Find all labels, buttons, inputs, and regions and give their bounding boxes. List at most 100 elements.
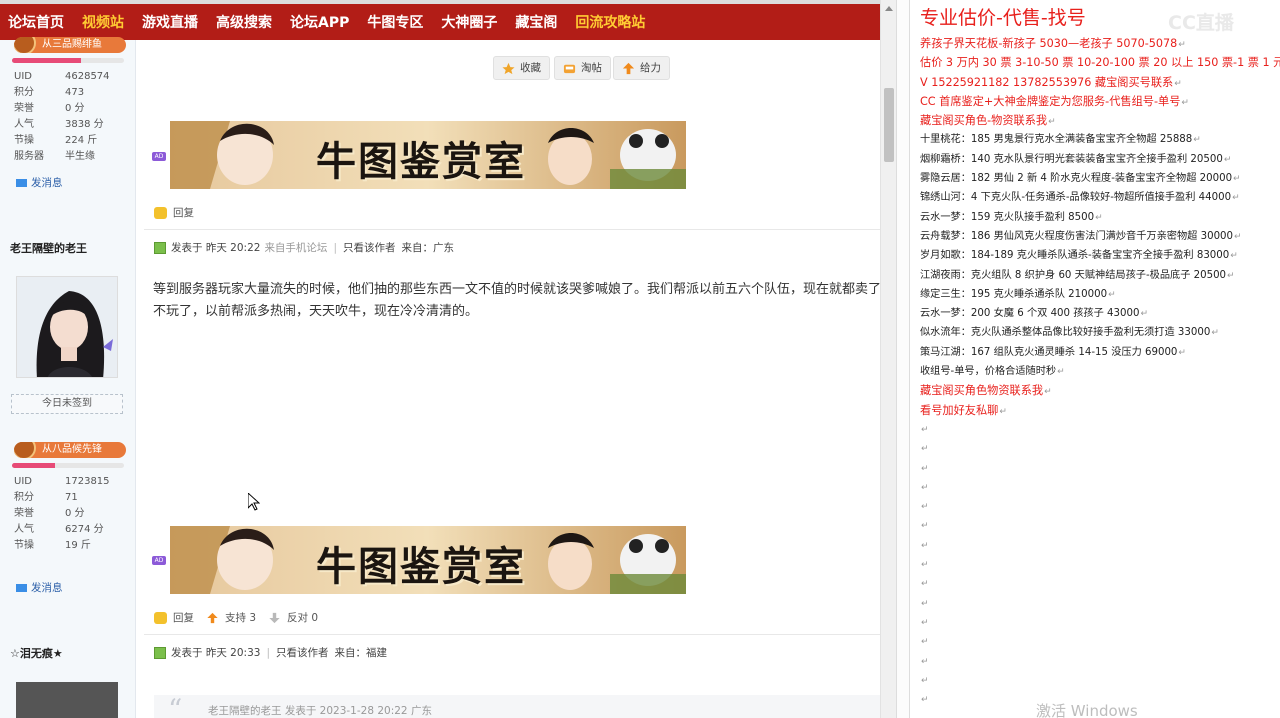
ad-tag: AD xyxy=(152,152,166,161)
send-message-link[interactable]: 发消息 xyxy=(16,580,63,595)
paragraph-mark-icon: ↵ xyxy=(1211,328,1219,339)
nav-item[interactable]: 游戏直播 xyxy=(142,12,198,32)
document-line: 藏宝阁买角色物资联系我↵ xyxy=(920,384,1052,398)
stat-key: UID xyxy=(14,476,32,487)
empty-line: ↵ xyxy=(920,632,1280,651)
stat-row: 积分 473 xyxy=(14,85,130,101)
document-line: 云舟载梦：186 男仙风克火程度伤害法门满炒音千万亲密物超 30000↵ xyxy=(920,230,1242,242)
rank-badge: 从八品候先锋 xyxy=(14,442,126,458)
nav-item[interactable]: 论坛APP xyxy=(290,12,349,32)
document-line: 看号加好友私聊↵ xyxy=(920,403,1007,417)
nav-item[interactable]: 大神圈子 xyxy=(441,12,497,32)
empty-line: ↵ xyxy=(920,478,1280,497)
post-meta: 发表于 昨天 20:22 来自手机论坛 | 只看该作者 来自：广东 xyxy=(154,240,454,255)
nav-item[interactable]: 回流攻略站 xyxy=(575,12,645,32)
paragraph-mark-icon: ↵ xyxy=(999,406,1007,417)
post-image-icon xyxy=(154,241,166,254)
stat-row: 荣誉 0 分 xyxy=(14,506,130,522)
nav-item[interactable]: 高级搜索 xyxy=(216,12,272,32)
author-name[interactable]: 老王隔壁的老王 xyxy=(10,240,87,256)
only-author-link[interactable]: 只看该作者 xyxy=(343,240,396,255)
empty-line: ↵ xyxy=(920,555,1280,574)
give-power-button[interactable]: 给力 xyxy=(613,56,670,80)
author-name[interactable]: ☆泪无痕★ xyxy=(10,645,63,661)
paragraph-mark-icon: ↵ xyxy=(921,598,929,609)
taotie-button[interactable]: 淘帖 xyxy=(554,56,611,80)
stat-row: UID 1723815 xyxy=(14,474,130,490)
document-line: 似水流年：克火队通杀整体品像比较好接手盈利无须打造 33000↵ xyxy=(920,327,1219,339)
nav-item[interactable]: 视频站 xyxy=(82,12,124,32)
rank-progress-fill xyxy=(12,463,55,468)
document-line: 烟柳霜桥：140 克水队景行明光套装装备宝宝齐全接手盈利 20500↵ xyxy=(920,153,1232,165)
avatar[interactable] xyxy=(16,276,118,378)
author-sidebar: 从三品赐绯鱼 UID 4628574 积分 473 荣誉 0 分人气 3838 分节操 224… xyxy=(0,37,136,718)
paragraph-mark-icon: ↵ xyxy=(921,617,929,628)
stat-row: 积分 71 xyxy=(14,490,130,506)
document-line: 云水一梦：200 女魔 6 个双 400 孩孩子 43000↵ xyxy=(920,308,1149,320)
ad-banner[interactable]: 牛图鉴赏室 xyxy=(170,121,686,189)
send-message-link[interactable]: 发消息 xyxy=(16,175,63,190)
ad-banner[interactable]: 牛图鉴赏室 xyxy=(170,526,686,594)
stat-key: 服务器 xyxy=(14,151,44,162)
paragraph-mark-icon: ↵ xyxy=(1193,135,1201,146)
support-button[interactable]: 支持 3 xyxy=(206,610,256,625)
stat-key: 节操 xyxy=(14,135,34,146)
post-actions: 回复 xyxy=(154,205,206,220)
banner-title: 牛图鉴赏室 xyxy=(316,138,526,185)
paragraph-mark-icon: ↵ xyxy=(921,579,929,590)
empty-line: ↵ xyxy=(920,594,1280,613)
scrollbar-thumb[interactable] xyxy=(884,88,894,162)
arrow-up-icon xyxy=(622,62,635,75)
paragraph-mark-icon: ↵ xyxy=(1174,78,1182,89)
oppose-button[interactable]: 反对 0 xyxy=(268,610,318,625)
document-line: 云水一梦：159 克火队接手盈利 8500↵ xyxy=(920,211,1103,223)
nav-item[interactable]: 牛图专区 xyxy=(367,12,423,32)
thread-content: 收藏 淘帖 给力 AD 牛图鉴赏室 回复 发表于 昨天 20:22 来自手机论坛… xyxy=(136,40,882,718)
document-line: 策马江湖：167 组队克火通灵睡杀 14-15 没压力 69000↵ xyxy=(920,346,1186,358)
stream-watermark: CC直播 xyxy=(1168,12,1234,34)
stat-value: 19 斤 xyxy=(65,540,91,551)
stat-value: 0 分 xyxy=(65,508,85,519)
empty-line: ↵ xyxy=(920,613,1280,632)
empty-line: ↵ xyxy=(920,497,1280,516)
tray-icon xyxy=(563,64,576,74)
rank-progress-bar xyxy=(12,463,124,468)
divider xyxy=(144,229,880,230)
rank-label: 从八品候先锋 xyxy=(42,444,102,455)
only-author-link[interactable]: 只看该作者 xyxy=(276,645,329,660)
document-line: 锦绣山河：4 下克火队-任务通杀-品像较好-物超所值接手盈利 44000↵ xyxy=(920,192,1240,204)
paragraph-mark-icon: ↵ xyxy=(1057,367,1065,378)
reply-button[interactable]: 回复 xyxy=(154,205,194,220)
document-line: 养孩子界天花板-新孩子 5030—老孩子 5070-5078↵ xyxy=(920,37,1186,50)
user-stats: UID 1723815 积分 71 荣誉 0 分人气 6274 分节操 19 斤 xyxy=(14,474,130,554)
monkey-rank-icon xyxy=(14,442,36,458)
document-line: 岁月如歌：184-189 克火睡杀队通杀-装备宝宝齐全接手盈利 83000↵ xyxy=(920,250,1238,262)
page-scrollbar[interactable] xyxy=(880,0,896,718)
stat-key: 人气 xyxy=(14,524,34,535)
avatar[interactable] xyxy=(16,682,118,718)
nav-item[interactable]: 论坛首页 xyxy=(8,12,64,32)
empty-line: ↵ xyxy=(920,671,1280,690)
nav-item[interactable]: 藏宝阁 xyxy=(515,12,557,32)
reply-button[interactable]: 回复 xyxy=(154,610,194,625)
favorite-button[interactable]: 收藏 xyxy=(493,56,550,80)
stat-key: 积分 xyxy=(14,492,34,503)
paragraph-mark-icon: ↵ xyxy=(1227,270,1235,281)
activate-windows-watermark: 激活 Windows xyxy=(1036,702,1138,718)
paragraph-mark-icon: ↵ xyxy=(1178,347,1186,358)
stat-row: 荣誉 0 分 xyxy=(14,101,130,117)
scroll-up-arrow-icon[interactable] xyxy=(885,6,893,11)
mobile-source-link[interactable]: 来自手机论坛 xyxy=(264,240,327,255)
notes-document[interactable]: CC直播 专业估价-代售-找号 养孩子界天花板-新孩子 5030—老孩子 507… xyxy=(910,0,1280,718)
stat-key: 积分 xyxy=(14,87,34,98)
signin-status-button[interactable]: 今日未签到 xyxy=(11,394,123,414)
document-line: 缘定三生：195 克火睡杀通杀队 210000↵ xyxy=(920,288,1116,300)
stat-row: 节操 224 斤 xyxy=(14,133,130,149)
divider xyxy=(144,634,880,635)
post-body: 等到服务器玩家大量流失的时候，他们抽的那些东西一文不值的时候就该哭爹喊娘了。我们… xyxy=(153,282,882,319)
top-navbar: 论坛首页 视频站 游戏直播 高级搜索 论坛APP 牛图专区 大神圈子 藏宝阁 回流攻略站 xyxy=(0,4,880,40)
stat-value: 71 xyxy=(65,492,78,503)
arrow-up-icon xyxy=(207,612,218,623)
rank-badge: 从三品赐绯鱼 xyxy=(14,37,126,53)
stat-value: 473 xyxy=(65,87,85,98)
